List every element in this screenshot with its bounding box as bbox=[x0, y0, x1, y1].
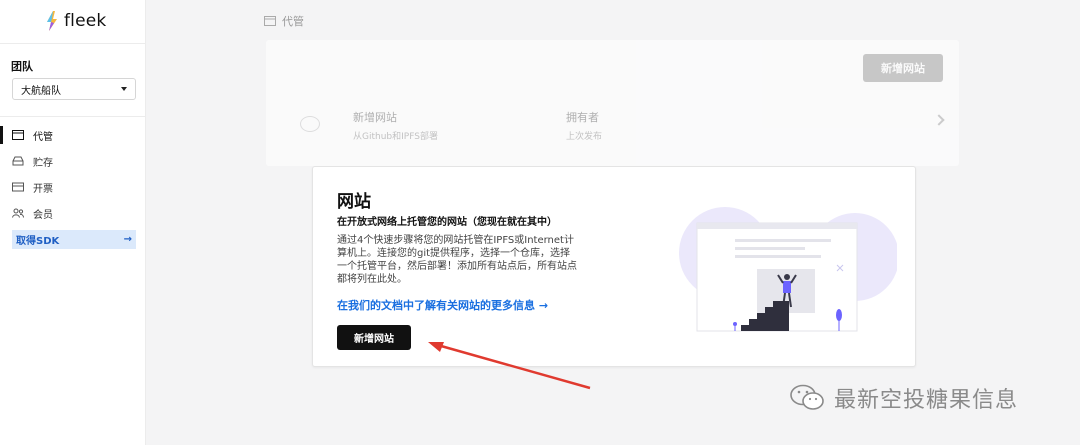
hosting-icon bbox=[12, 130, 24, 140]
team-select-value: 大航船队 bbox=[21, 85, 61, 97]
wechat-watermark: 最新空投糖果信息 bbox=[788, 382, 1018, 414]
sidebar-item-members[interactable]: 会员 bbox=[0, 200, 146, 226]
get-sdk-label: 取得SDK bbox=[16, 236, 60, 247]
column-site-title: 新增网站 bbox=[353, 111, 397, 124]
sidebar-item-label: 会员 bbox=[33, 209, 53, 221]
divider bbox=[0, 43, 146, 44]
breadcrumb: 代管 bbox=[264, 13, 304, 29]
card-description: 通过4个快速步骤将您的网站托管在IPFS或Internet计算机上。连接您的gi… bbox=[337, 235, 577, 285]
get-sdk-link[interactable]: 取得SDK → bbox=[12, 230, 136, 249]
divider bbox=[0, 116, 146, 117]
breadcrumb-label: 代管 bbox=[282, 15, 304, 28]
list-header: 新增网站 从Github和IPFS部署 拥有者 上次发布 bbox=[266, 106, 959, 146]
docs-link[interactable]: 在我们的文档中了解有关网站的更多信息 → bbox=[337, 297, 548, 313]
watermark-text: 最新空投糖果信息 bbox=[834, 388, 1019, 413]
sidebar-item-label: 贮存 bbox=[33, 157, 53, 169]
column-site: 新增网站 从Github和IPFS部署 bbox=[353, 109, 438, 142]
sidebar-item-billing[interactable]: 开票 bbox=[0, 174, 146, 200]
website-illustration bbox=[679, 207, 897, 332]
column-owner-sub: 上次发布 bbox=[566, 132, 603, 142]
lightning-logo-icon bbox=[47, 11, 57, 31]
sidebar: fleek 团队 大航船队 代管 贮存 开票 会员 取得SDK → bbox=[0, 0, 146, 445]
sites-empty-state-card: 网站 在开放式网络上托管您的网站（您现在就在其中） 通过4个快速步骤将您的网站托… bbox=[312, 166, 916, 367]
storage-icon bbox=[12, 156, 24, 166]
team-select[interactable]: 大航船队 bbox=[12, 78, 136, 100]
column-owner: 拥有者 上次发布 bbox=[566, 109, 602, 142]
column-site-sub: 从Github和IPFS部署 bbox=[353, 132, 438, 142]
card-title: 网站 bbox=[337, 192, 371, 212]
members-icon bbox=[12, 208, 24, 218]
sidebar-item-label: 代管 bbox=[33, 131, 53, 143]
caret-down-icon bbox=[121, 87, 127, 91]
sidebar-item-label: 开票 bbox=[33, 183, 53, 195]
wechat-icon bbox=[790, 384, 824, 410]
hosting-icon bbox=[264, 16, 276, 26]
column-owner-title: 拥有者 bbox=[566, 111, 599, 124]
chevron-right-icon bbox=[933, 114, 945, 126]
fleek-logo[interactable]: fleek bbox=[46, 8, 106, 34]
billing-icon bbox=[12, 182, 24, 192]
card-subtitle: 在开放式网络上托管您的网站（您现在就在其中） bbox=[337, 217, 557, 228]
sidebar-nav: 代管 贮存 开票 会员 bbox=[0, 122, 146, 226]
sidebar-item-storage[interactable]: 贮存 bbox=[0, 148, 146, 174]
sites-list-card: 新增网站 新增网站 从Github和IPFS部署 拥有者 上次发布 bbox=[266, 40, 959, 166]
site-placeholder-icon bbox=[300, 116, 320, 132]
logo-text: fleek bbox=[64, 11, 107, 31]
arrow-right-icon: → bbox=[123, 234, 132, 245]
sidebar-item-hosting[interactable]: 代管 bbox=[0, 122, 146, 148]
team-label: 团队 bbox=[11, 60, 33, 73]
add-site-button-disabled: 新增网站 bbox=[863, 54, 943, 82]
topbar: 代管 bbox=[146, 0, 1080, 42]
add-site-button[interactable]: 新增网站 bbox=[337, 325, 411, 350]
annotation-arrow bbox=[428, 342, 591, 390]
